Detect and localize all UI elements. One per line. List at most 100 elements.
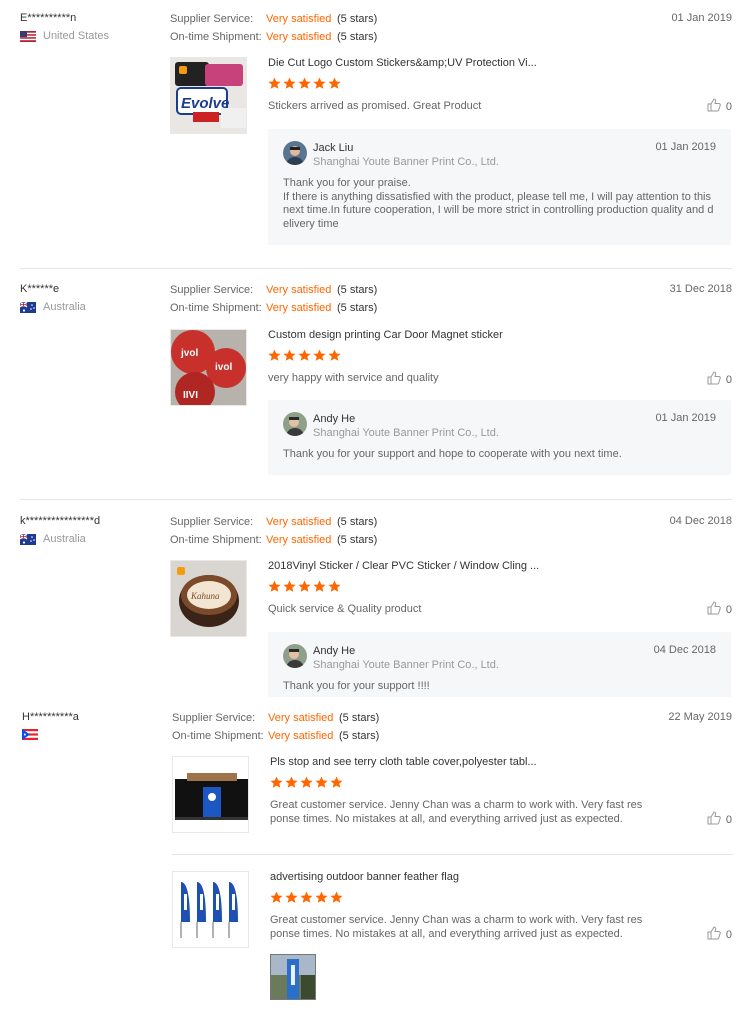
supplier-reply: Jack Liu Shanghai Youte Banner Print Co.… (268, 129, 731, 245)
product-rating (268, 77, 648, 93)
like-button[interactable]: 0 (707, 371, 732, 388)
supplier-service-stars: (5 stars) (337, 13, 378, 25)
us-flag-icon (20, 30, 36, 42)
australia-flag-icon (20, 533, 36, 545)
ontime-shipment-stars: (5 stars) (337, 534, 378, 546)
product-rating (270, 776, 650, 792)
thumbs-up-icon (707, 98, 721, 115)
review-photo-thumbnail[interactable] (270, 954, 316, 1000)
product-title[interactable]: Custom design printing Car Door Magnet s… (268, 329, 648, 344)
star-icon (298, 77, 311, 90)
review-comment: Quick service & Quality product (268, 603, 422, 615)
avatar (283, 412, 307, 436)
svg-text:Kahuna: Kahuna (190, 591, 220, 601)
supplier-reply: Andy He Shanghai Youte Banner Print Co.,… (268, 400, 731, 475)
reviewer-info: K******e Australia (20, 283, 160, 313)
like-count: 0 (725, 100, 732, 113)
thumbs-up-icon (707, 601, 721, 618)
supplier-service-stars: (5 stars) (339, 712, 380, 724)
reviewer-country: Australia (20, 533, 160, 545)
reply-text: Thank you for your support and hope to c… (283, 448, 622, 460)
supplier-ratings: Supplier Service: Very satisfied (5 stars)… (172, 711, 472, 747)
star-icon (313, 580, 326, 593)
product-title[interactable]: advertising outdoor banner feather flag (270, 871, 650, 886)
star-icon (285, 776, 298, 789)
star-icon (313, 349, 326, 362)
ontime-shipment-stars: (5 stars) (339, 730, 380, 742)
like-button[interactable]: 0 (707, 601, 732, 618)
like-count: 0 (725, 928, 732, 941)
star-icon (268, 580, 281, 593)
ontime-shipment-stars: (5 stars) (337, 31, 378, 43)
supplier-service-stars: (5 stars) (337, 516, 378, 528)
supplier-service-value: Very satisfied (268, 712, 334, 724)
star-icon (283, 77, 296, 90)
star-icon (315, 891, 328, 904)
product-divider (172, 854, 733, 855)
country-name: United States (43, 30, 110, 42)
review-date: 04 Dec 2018 (669, 515, 732, 527)
product-image[interactable] (172, 756, 249, 833)
review-divider (20, 499, 732, 500)
like-button[interactable]: 0 (707, 98, 732, 115)
reviewer-name: E**********n (20, 12, 77, 24)
reply-author-name: Andy He (313, 413, 356, 425)
reviewer-name: H**********a (22, 711, 79, 723)
review-card: H**********a Supplier Service: Very satis… (0, 711, 750, 1011)
reply-date: 04 Dec 2018 (653, 644, 716, 656)
thumbs-up-icon (707, 926, 721, 943)
thumbs-up-icon (707, 811, 721, 828)
reply-date: 01 Jan 2019 (655, 141, 716, 153)
svg-text:ivol: ivol (215, 362, 232, 373)
like-button[interactable]: 0 (707, 926, 732, 943)
star-icon (268, 77, 281, 90)
star-icon (300, 891, 313, 904)
review-card: E**********n United States Supplier Serv… (0, 12, 750, 267)
star-icon (283, 580, 296, 593)
review-date: 01 Jan 2019 (671, 12, 732, 24)
supplier-service-label: Supplier Service: (170, 516, 254, 528)
product-title[interactable]: Pls stop and see terry cloth table cover… (270, 756, 650, 771)
product-rating (268, 580, 648, 596)
supplier-ratings: Supplier Service: Very satisfied (5 stars)… (170, 12, 470, 48)
reply-author-name: Jack Liu (313, 142, 354, 154)
product-image[interactable]: jvol ivol IIVI (170, 329, 247, 406)
product-image[interactable]: Evolve (170, 57, 247, 134)
reply-company: Shanghai Youte Banner Print Co., Ltd. (313, 659, 499, 671)
svg-text:jvol: jvol (180, 348, 198, 359)
ontime-shipment-value: Very satisfied (266, 302, 332, 314)
supplier-reply: Andy He Shanghai Youte Banner Print Co.,… (268, 632, 731, 697)
ontime-shipment-stars: (5 stars) (337, 302, 378, 314)
reply-text: Thank you for your support !!!! (283, 680, 430, 692)
star-icon (315, 776, 328, 789)
like-count: 0 (725, 603, 732, 616)
product-rating (270, 891, 650, 907)
review-comment: Great customer service. Jenny Chan was a… (270, 914, 643, 940)
review-card: K******e Australia Supplier Service: Very… (0, 283, 750, 498)
supplier-ratings: Supplier Service: Very satisfied (5 stars)… (170, 283, 470, 319)
supplier-service-value: Very satisfied (266, 516, 332, 528)
like-count: 0 (725, 373, 732, 386)
review-comment: Stickers arrived as promised. Great Prod… (268, 100, 482, 112)
ontime-shipment-label: On-time Shipment: (170, 31, 262, 43)
product-title[interactable]: Die Cut Logo Custom Stickers&amp;UV Prot… (268, 57, 648, 72)
product-title[interactable]: 2018Vinyl Sticker / Clear PVC Sticker / … (268, 560, 648, 575)
supplier-ratings: Supplier Service: Very satisfied (5 stars)… (170, 515, 470, 551)
star-icon (328, 349, 341, 362)
ontime-shipment-value: Very satisfied (266, 31, 332, 43)
thumbs-up-icon (707, 371, 721, 388)
review-card: k****************d Australia Supplier Se… (0, 515, 750, 697)
product-image[interactable]: Kahuna (170, 560, 247, 637)
product-image[interactable] (172, 871, 249, 948)
supplier-service-label: Supplier Service: (172, 712, 256, 724)
supplier-service-value: Very satisfied (266, 284, 332, 296)
reply-text: Thank you for your praise. If there is a… (283, 177, 714, 230)
reviewer-country: Australia (20, 301, 160, 313)
reviewer-country: United States (20, 30, 160, 42)
star-icon (330, 891, 343, 904)
star-icon (300, 776, 313, 789)
like-button[interactable]: 0 (707, 811, 732, 828)
avatar (283, 141, 307, 165)
ontime-shipment-label: On-time Shipment: (170, 302, 262, 314)
country-name: Australia (43, 533, 86, 545)
